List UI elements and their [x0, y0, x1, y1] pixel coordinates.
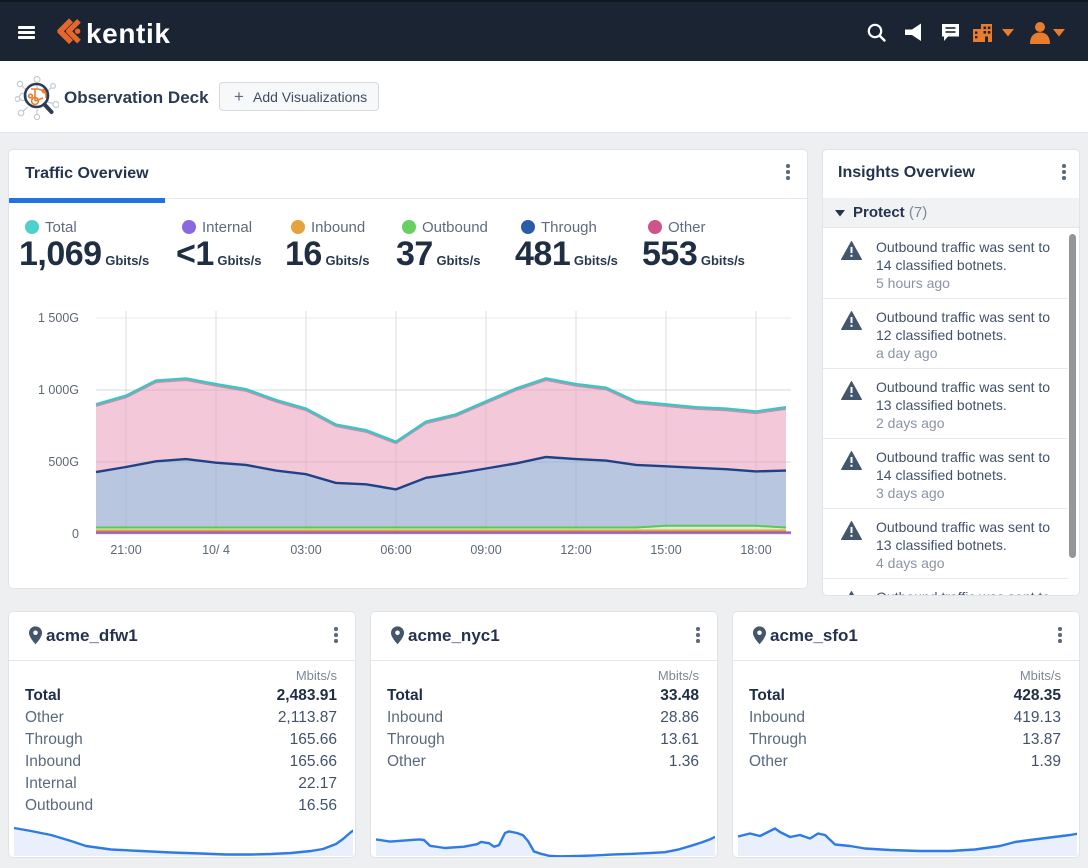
svg-text:1 000G: 1 000G	[38, 383, 79, 397]
svg-text:10/ 4: 10/ 4	[202, 543, 230, 557]
svg-text:03:00: 03:00	[290, 543, 321, 557]
svg-text:12:00: 12:00	[560, 543, 591, 557]
svg-text:0: 0	[72, 527, 79, 541]
svg-text:500G: 500G	[48, 455, 79, 469]
svg-text:06:00: 06:00	[380, 543, 411, 557]
svg-text:18:00: 18:00	[740, 543, 771, 557]
svg-text:21:00: 21:00	[110, 543, 141, 557]
svg-text:1 500G: 1 500G	[38, 311, 79, 325]
svg-text:kentik: kentik	[86, 18, 171, 48]
svg-text:09:00: 09:00	[470, 543, 501, 557]
svg-text:15:00: 15:00	[650, 543, 681, 557]
